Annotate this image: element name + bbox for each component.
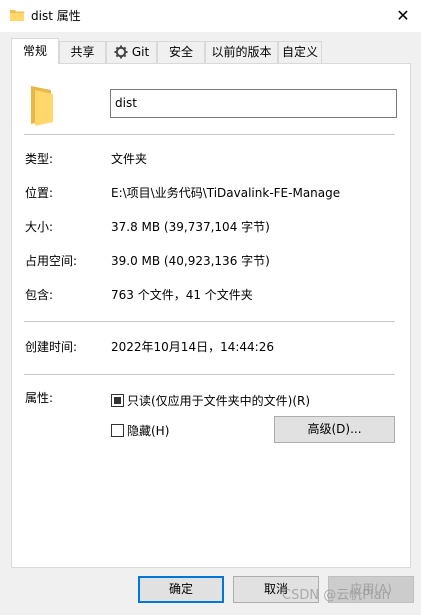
advanced-button[interactable]: 高级(D)... bbox=[274, 416, 395, 443]
tab-customize[interactable]: 自定义 bbox=[278, 41, 322, 63]
git-icon bbox=[114, 45, 128, 59]
location-value: E:\项目\业务代码\TiDavalink-FE-Manage bbox=[111, 186, 341, 200]
folder-large-icon bbox=[31, 86, 53, 126]
window-title: dist 属性 bbox=[31, 9, 81, 23]
type-label: 类型: bbox=[25, 152, 54, 166]
close-icon: ✕ bbox=[396, 6, 410, 25]
created-value: 2022年10月14日，14:44:26 bbox=[111, 340, 274, 354]
tab-label: 自定义 bbox=[281, 45, 318, 59]
location-label: 位置: bbox=[25, 186, 54, 200]
tab-git[interactable]: Git bbox=[106, 41, 157, 63]
tab-label: 安全 bbox=[168, 45, 193, 59]
contains-label: 包含: bbox=[25, 288, 54, 302]
tab-label: Git bbox=[131, 45, 150, 59]
tab-general[interactable]: 常规 bbox=[11, 38, 59, 64]
folder-name-input[interactable]: dist bbox=[110, 89, 397, 118]
general-panel bbox=[11, 63, 411, 568]
type-value: 文件夹 bbox=[111, 152, 148, 166]
readonly-label: 只读(仅应用于文件夹中的文件)(R) bbox=[127, 394, 311, 408]
folder-icon bbox=[10, 10, 24, 21]
tab-previous-versions[interactable]: 以前的版本 bbox=[205, 41, 278, 63]
tab-label: 常规 bbox=[22, 44, 47, 58]
separator bbox=[24, 321, 395, 322]
separator bbox=[24, 374, 395, 375]
watermark: CSDN @云帆Plan bbox=[282, 588, 390, 603]
created-label: 创建时间: bbox=[25, 340, 78, 354]
size-label: 大小: bbox=[25, 220, 54, 234]
size-value: 37.8 MB (39,737,104 字节) bbox=[111, 220, 270, 234]
attributes-label: 属性: bbox=[25, 391, 54, 405]
tab-label: 共享 bbox=[70, 45, 95, 59]
contains-value: 763 个文件，41 个文件夹 bbox=[111, 288, 253, 302]
hidden-checkbox[interactable] bbox=[111, 424, 124, 437]
title-bar: dist 属性 ✕ bbox=[0, 0, 421, 32]
separator bbox=[24, 134, 395, 135]
tab-security[interactable]: 安全 bbox=[157, 41, 205, 63]
disk-size-value: 39.0 MB (40,923,136 字节) bbox=[111, 254, 270, 268]
close-button[interactable]: ✕ bbox=[388, 2, 418, 30]
tab-sharing[interactable]: 共享 bbox=[59, 41, 106, 63]
readonly-checkbox[interactable] bbox=[111, 394, 124, 407]
tab-label: 以前的版本 bbox=[211, 45, 272, 59]
hidden-label: 隐藏(H) bbox=[127, 424, 170, 438]
disk-size-label: 占用空间: bbox=[25, 254, 78, 268]
ok-button[interactable]: 确定 bbox=[138, 576, 224, 603]
